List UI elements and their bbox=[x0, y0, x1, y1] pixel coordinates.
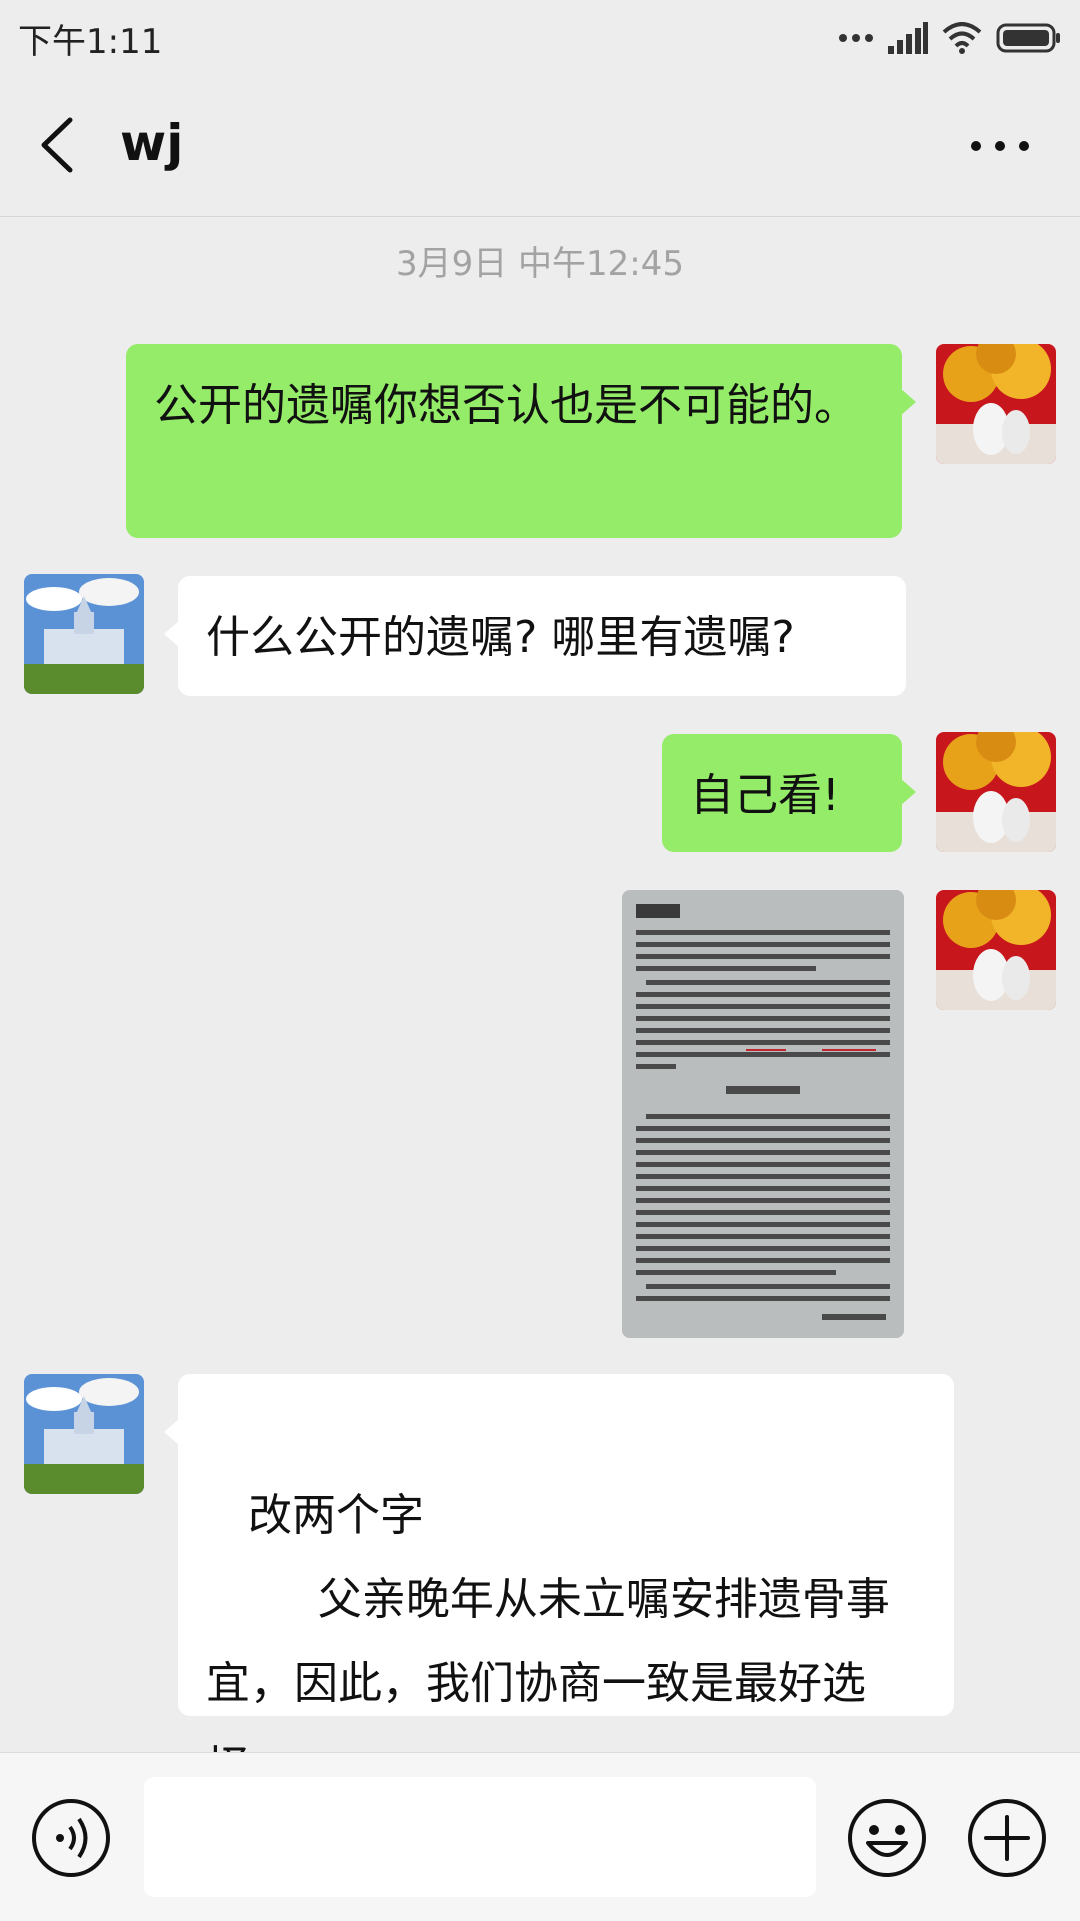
battery-icon bbox=[996, 23, 1060, 53]
chat-title: wj bbox=[120, 114, 184, 172]
my-avatar-image bbox=[936, 890, 1056, 1010]
message-text: 什么公开的遗嘱? 哪里有遗嘱? bbox=[206, 612, 795, 663]
my-avatar[interactable] bbox=[936, 344, 1056, 464]
my-avatar-image bbox=[936, 344, 1056, 464]
more-dots-icon bbox=[839, 34, 873, 42]
message-bubble-received[interactable]: 什么公开的遗嘱? 哪里有遗嘱? bbox=[164, 576, 906, 696]
status-icons bbox=[838, 18, 1062, 58]
voice-button[interactable] bbox=[30, 1797, 112, 1879]
message-input[interactable] bbox=[144, 1777, 816, 1897]
message-text: 公开的遗嘱你想否认也是不可能的。 bbox=[154, 380, 858, 431]
message-image[interactable] bbox=[622, 890, 904, 1338]
more-horizontal-icon bbox=[971, 141, 1029, 151]
status-time: 下午1:11 bbox=[18, 22, 163, 62]
message-text: 自己看! bbox=[690, 770, 840, 821]
message-bubble-received[interactable]: 改两个字 父亲晚年从未立嘱安排遗骨事宜，因此，我们协商一致是最好选择。 bbox=[164, 1374, 954, 1793]
emoji-icon bbox=[848, 1799, 926, 1877]
contact-avatar-image bbox=[24, 574, 144, 694]
message-text: 改两个字 父亲晚年从未立嘱安排遗骨事宜，因此，我们协商一致是最好选择。 bbox=[206, 1490, 890, 1793]
plus-icon bbox=[968, 1799, 1046, 1877]
voice-icon bbox=[32, 1799, 110, 1877]
back-button[interactable] bbox=[30, 110, 90, 180]
more-button[interactable] bbox=[960, 116, 1040, 176]
message-bubble-sent[interactable]: 公开的遗嘱你想否认也是不可能的。 bbox=[126, 344, 916, 538]
chat-header: wj bbox=[0, 72, 1080, 217]
signal-icon bbox=[888, 22, 928, 54]
status-bar: 下午1:11 bbox=[0, 0, 1080, 72]
my-avatar-image bbox=[936, 732, 1056, 852]
contact-avatar[interactable] bbox=[24, 1374, 144, 1494]
book-page-photo bbox=[622, 890, 904, 1338]
input-bar bbox=[0, 1752, 1080, 1921]
chevron-left-icon bbox=[41, 117, 73, 173]
my-avatar[interactable] bbox=[936, 732, 1056, 852]
contact-avatar-image bbox=[24, 1374, 144, 1494]
contact-avatar[interactable] bbox=[24, 574, 144, 694]
chat-timestamp: 3月9日 中午12:45 bbox=[395, 244, 685, 284]
message-bubble-sent[interactable]: 自己看! bbox=[662, 734, 916, 852]
emoji-button[interactable] bbox=[846, 1797, 928, 1879]
more-actions-button[interactable] bbox=[966, 1797, 1048, 1879]
my-avatar[interactable] bbox=[936, 890, 1056, 1010]
wifi-icon bbox=[942, 22, 982, 54]
